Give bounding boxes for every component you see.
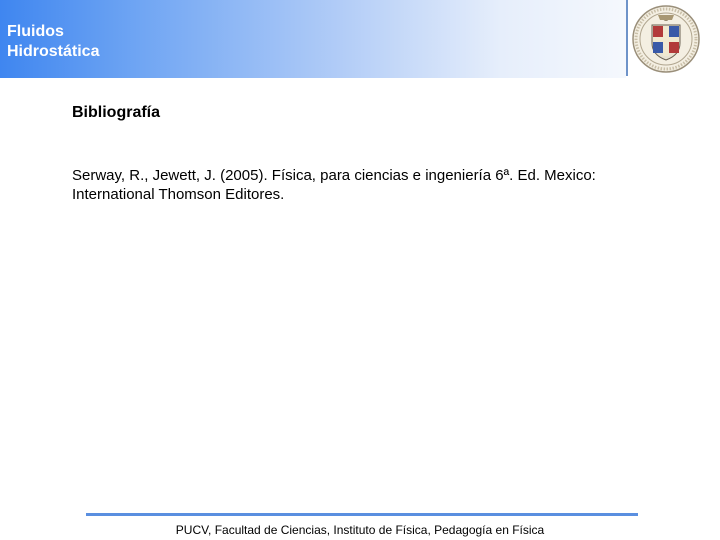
bibliography-entry: Serway, R., Jewett, J. (2005). Física, p… — [72, 166, 652, 204]
title-line-1: Fluidos — [7, 23, 64, 40]
header-divider — [626, 0, 628, 76]
footer-label: PUCV, Facultad de Ciencias, Instituto de… — [175, 523, 545, 537]
university-crest-icon — [632, 5, 700, 73]
slide-header: Fluidos Hidrostática — [0, 0, 626, 78]
footer-text: PUCV, Facultad de Ciencias, Instituto de… — [0, 523, 720, 537]
reference-line-1: Serway, R., Jewett, J. (2005). Física, p… — [72, 167, 596, 184]
title-line-2: Hidrostática — [7, 43, 100, 60]
slide-title: Fluidos Hidrostática — [7, 22, 99, 62]
section-title: Bibliografía — [72, 104, 161, 121]
reference-line-2: International Thomson Editores. — [72, 186, 285, 203]
footer-divider — [86, 513, 638, 516]
